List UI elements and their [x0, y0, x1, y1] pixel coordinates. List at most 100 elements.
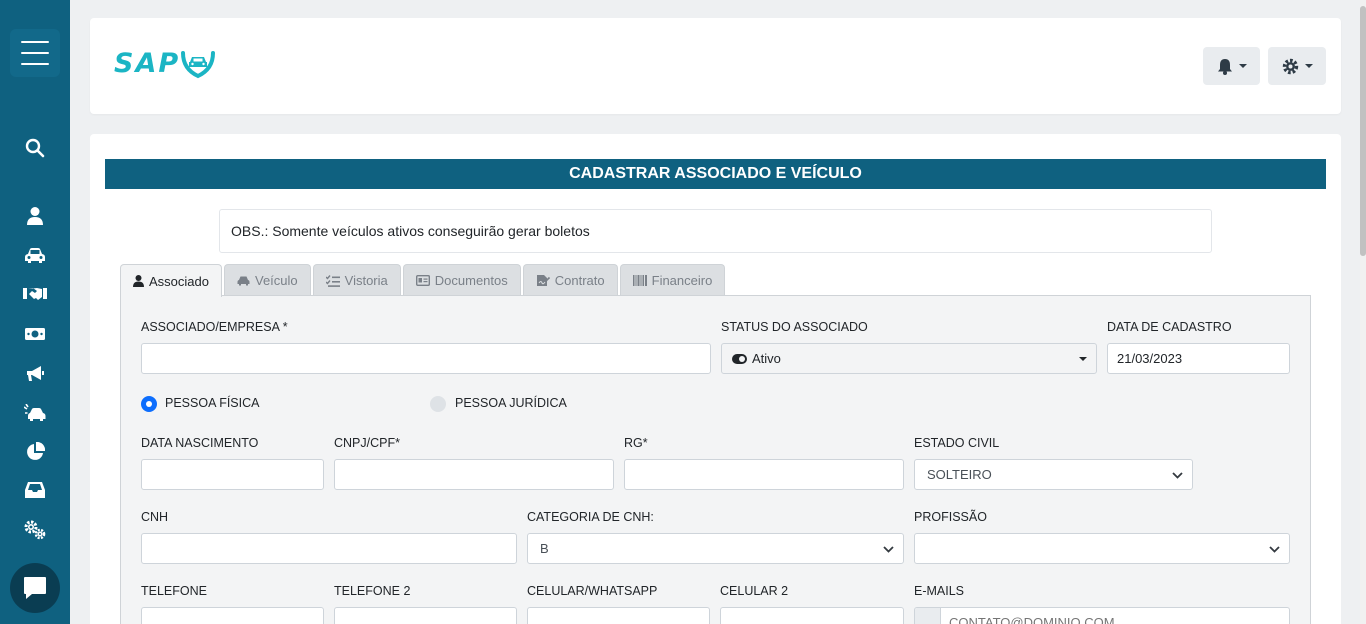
- sidebar-item-veiculos[interactable]: [0, 237, 70, 273]
- car-icon: [237, 276, 250, 286]
- tab-label: Vistoria: [344, 273, 388, 288]
- data-nascimento-input[interactable]: [141, 459, 324, 490]
- menu-toggle-button[interactable]: [10, 29, 60, 77]
- obs-notice: OBS.: Somente veículos ativos conseguirã…: [219, 209, 1212, 253]
- pie-chart-icon: [27, 442, 45, 460]
- cnh-input[interactable]: [141, 533, 517, 564]
- tab-bar: Associado Veículo Vistoria Documentos Co…: [120, 264, 726, 297]
- handshake-icon: [23, 288, 47, 300]
- car-crash-icon: [24, 404, 46, 421]
- header: SAP: [90, 18, 1341, 114]
- emails-label: E-MAILS: [914, 584, 965, 598]
- tab-label: Financeiro: [651, 273, 713, 288]
- tab-contrato[interactable]: Contrato: [522, 264, 618, 296]
- categoria-cnh-value: B: [540, 541, 549, 556]
- sidebar-item-search[interactable]: [0, 130, 70, 166]
- search-icon: [25, 138, 45, 158]
- celular-input[interactable]: [527, 607, 710, 624]
- emails-field: [914, 607, 1290, 624]
- chevron-down-icon: [883, 546, 894, 553]
- sidebar-item-parcerias[interactable]: [0, 276, 70, 312]
- inbox-icon: [25, 482, 45, 498]
- email-addon: [915, 608, 941, 624]
- notifications-button[interactable]: [1203, 47, 1260, 85]
- chevron-down-icon: [1079, 357, 1087, 361]
- user-icon: [133, 275, 144, 287]
- sidebar-item-marketing[interactable]: [0, 356, 70, 392]
- pessoa-juridica-radio[interactable]: [430, 396, 446, 412]
- pessoa-fisica-radio[interactable]: [141, 396, 157, 412]
- data-cadastro-label: DATA DE CADASTRO: [1107, 320, 1232, 334]
- email-input[interactable]: [949, 615, 1249, 624]
- chevron-down-icon: [1172, 472, 1183, 479]
- chevron-down-icon: [1304, 64, 1313, 68]
- sidebar-item-caixa[interactable]: [0, 472, 70, 508]
- associado-form: ASSOCIADO/EMPRESA * STATUS DO ASSOCIADO …: [120, 295, 1311, 624]
- chat-button[interactable]: [10, 563, 60, 613]
- estado-civil-value: SOLTEIRO: [927, 467, 992, 482]
- telefone2-label: TELEFONE 2: [334, 584, 411, 598]
- estado-civil-select[interactable]: SOLTEIRO: [914, 459, 1193, 490]
- sidebar-item-sinistros[interactable]: [0, 395, 70, 431]
- tab-label: Associado: [149, 273, 209, 289]
- tab-documentos[interactable]: Documentos: [402, 264, 521, 296]
- telefone2-input[interactable]: [334, 607, 517, 624]
- estado-civil-label: ESTADO CIVIL: [914, 436, 1000, 450]
- hamburger-line: [21, 52, 49, 54]
- cnpj-cpf-input[interactable]: [334, 459, 614, 490]
- tab-label: Contrato: [554, 273, 605, 288]
- hamburger-line: [21, 41, 49, 43]
- scrollbar-thumb[interactable]: [1360, 6, 1366, 256]
- cnpj-cpf-label: CNPJ/CPF*: [334, 436, 400, 450]
- pessoa-fisica-label[interactable]: PESSOA FÍSICA: [165, 396, 259, 410]
- profissao-label: PROFISSÃO: [914, 510, 987, 524]
- signature-icon: [536, 275, 550, 286]
- associado-label: ASSOCIADO/EMPRESA *: [141, 320, 288, 334]
- data-cadastro-input[interactable]: 21/03/2023: [1107, 343, 1290, 374]
- checklist-icon: [325, 274, 340, 287]
- settings-button[interactable]: [1268, 47, 1326, 85]
- pessoa-juridica-label[interactable]: PESSOA JURÍDICA: [455, 396, 567, 410]
- chevron-down-icon: [1238, 64, 1247, 68]
- bell-icon: [1217, 58, 1232, 75]
- tab-associado[interactable]: Associado: [120, 264, 222, 297]
- megaphone-icon: [27, 366, 44, 381]
- tab-financeiro[interactable]: Financeiro: [619, 264, 726, 296]
- telefone-input[interactable]: [141, 607, 324, 624]
- rg-label: RG*: [624, 436, 648, 450]
- sidebar-item-configuracoes[interactable]: [0, 512, 70, 548]
- categoria-cnh-label: CATEGORIA DE CNH:: [527, 510, 654, 524]
- status-value: Ativo: [752, 351, 781, 366]
- celular2-label: CELULAR 2: [720, 584, 789, 598]
- logo-hands-car-icon: [181, 50, 216, 78]
- associado-input[interactable]: [141, 343, 711, 374]
- page-title: CADASTRAR ASSOCIADO E VEÍCULO: [105, 159, 1326, 189]
- categoria-cnh-select[interactable]: B: [527, 533, 904, 564]
- tab-vistoria[interactable]: Vistoria: [312, 264, 401, 296]
- sidebar-item-relatorios[interactable]: [0, 434, 70, 470]
- id-card-icon: [415, 275, 430, 286]
- sidebar-item-associados[interactable]: [0, 198, 70, 234]
- celular-label: CELULAR/WHATSAPP: [527, 584, 658, 598]
- chat-icon: [24, 577, 46, 599]
- logo[interactable]: SAP: [114, 48, 216, 79]
- sidebar: [0, 0, 70, 624]
- car-icon: [25, 248, 45, 263]
- user-icon: [27, 207, 43, 225]
- hamburger-line: [21, 63, 49, 65]
- status-select[interactable]: Ativo: [721, 343, 1097, 374]
- main-card: CADASTRAR ASSOCIADO E VEÍCULO OBS.: Some…: [90, 134, 1341, 624]
- rg-input[interactable]: [624, 459, 904, 490]
- profissao-select[interactable]: [914, 533, 1290, 564]
- cnh-label: CNH: [141, 510, 169, 524]
- tab-veiculo[interactable]: Veículo: [223, 264, 311, 296]
- cogs-icon: [24, 520, 46, 540]
- logo-text: SAP: [114, 48, 181, 79]
- tab-label: Documentos: [434, 273, 508, 288]
- toggle-on-icon: [732, 353, 747, 364]
- data-nascimento-label: DATA NASCIMENTO: [141, 436, 259, 450]
- sidebar-item-financeiro[interactable]: [0, 316, 70, 352]
- telefone-label: TELEFONE: [141, 584, 207, 598]
- tab-label: Veículo: [254, 273, 298, 288]
- celular2-input[interactable]: [720, 607, 904, 624]
